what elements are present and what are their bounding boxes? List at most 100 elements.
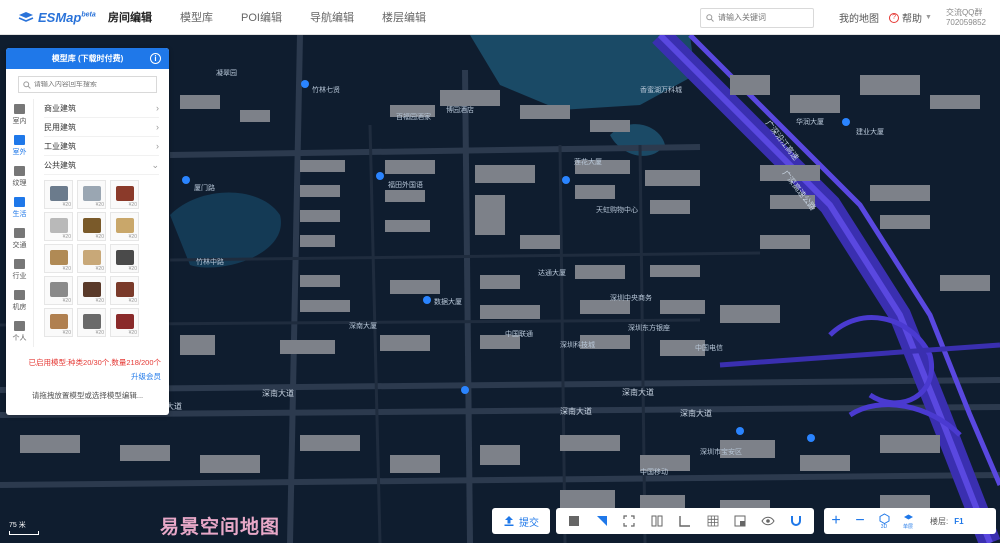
- upgrade-link[interactable]: 升级会员: [6, 371, 161, 382]
- model-thumbnail[interactable]: ¥20: [110, 308, 139, 337]
- help-label: 帮助: [902, 14, 923, 25]
- nav-model-library[interactable]: 模型库: [180, 9, 213, 25]
- nav-poi-edit[interactable]: POI编辑: [241, 9, 282, 25]
- model-preview: [83, 314, 101, 329]
- poi-label[interactable]: 深圳科技城: [560, 340, 595, 350]
- model-price: ¥20: [128, 298, 137, 304]
- header-search[interactable]: [700, 7, 815, 28]
- category-commercial[interactable]: 商业建筑 ›: [44, 99, 159, 118]
- poi-label[interactable]: 竹林中路: [196, 257, 224, 267]
- model-search-input[interactable]: [33, 81, 152, 88]
- model-thumbnail[interactable]: ¥20: [44, 276, 73, 305]
- poi-label[interactable]: 厦门路: [194, 183, 215, 193]
- split-tool[interactable]: [649, 513, 665, 529]
- poi-label[interactable]: 华润大厦: [796, 117, 824, 127]
- layers-icon: [903, 514, 913, 520]
- info-icon[interactable]: i: [150, 53, 161, 64]
- submit-button[interactable]: 提交: [492, 508, 550, 534]
- angle-tool[interactable]: [677, 513, 693, 529]
- model-thumbnail[interactable]: ¥20: [44, 212, 73, 241]
- model-price: ¥20: [62, 330, 71, 336]
- nav-floor-edit[interactable]: 楼层编辑: [382, 9, 426, 25]
- poi-label[interactable]: 莲花大厦: [574, 157, 602, 167]
- model-price: ¥20: [62, 234, 71, 240]
- watermark: 易景空间地图: [160, 516, 281, 538]
- main-nav: 房间编辑 模型库 POI编辑 导航编辑 楼层编辑: [108, 9, 454, 25]
- help-menu[interactable]: ? 帮助 ▼: [889, 10, 932, 25]
- layer-tool[interactable]: [732, 513, 748, 529]
- floor-selector[interactable]: F1: [954, 517, 963, 526]
- model-thumbnail[interactable]: ¥20: [77, 276, 106, 305]
- poi-label[interactable]: 深圳中央商务: [610, 293, 652, 303]
- poi-label[interactable]: 深圳东方银座: [628, 323, 670, 333]
- poi-label[interactable]: 中国联通: [505, 329, 533, 339]
- model-price: ¥20: [128, 202, 137, 208]
- model-thumbnail[interactable]: ¥20: [110, 180, 139, 209]
- model-thumbnail[interactable]: ¥20: [44, 308, 73, 337]
- my-map-link[interactable]: 我的地图: [839, 10, 879, 25]
- search-icon: [706, 13, 714, 22]
- tab-life[interactable]: 生活: [6, 192, 33, 223]
- tab-personal[interactable]: 个人: [6, 316, 33, 347]
- model-thumbnail[interactable]: ¥20: [110, 276, 139, 305]
- tab-industry[interactable]: 行业: [6, 254, 33, 285]
- tab-indoor[interactable]: 室内: [6, 99, 33, 130]
- category-list: 商业建筑 › 民用建筑 › 工业建筑 › 公共建筑 ⌄ ¥20 ¥20 ¥20 ¥20 ¥20 ¥…: [34, 99, 169, 347]
- logo-text: ESMapbeta: [38, 9, 96, 25]
- poi-label[interactable]: 中国电信: [695, 343, 723, 353]
- category-residential[interactable]: 民用建筑 ›: [44, 118, 159, 137]
- eye-icon: [761, 516, 775, 526]
- model-price: ¥20: [95, 202, 104, 208]
- header-search-input[interactable]: [718, 13, 809, 22]
- tab-server-room[interactable]: 机房: [6, 285, 33, 316]
- poi-label[interactable]: 达通大厦: [538, 268, 566, 278]
- model-thumbnail[interactable]: ¥20: [110, 244, 139, 273]
- model-search[interactable]: [18, 76, 157, 93]
- model-thumbnail[interactable]: ¥20: [44, 244, 73, 273]
- nav-room-edit[interactable]: 房间编辑: [108, 9, 152, 25]
- poi-label[interactable]: 福田外国语: [388, 180, 423, 190]
- panel-title: 模型库 (下载时付费): [51, 54, 124, 63]
- poi-label[interactable]: 数据大厦: [434, 297, 462, 307]
- poi-label[interactable]: 建业大厦: [856, 127, 884, 137]
- category-public[interactable]: 公共建筑 ⌄: [44, 156, 159, 175]
- poi-label[interactable]: 深南大厦: [349, 321, 377, 331]
- city-icon: [14, 134, 25, 145]
- poi-label[interactable]: 深圳市宝安区: [700, 447, 742, 457]
- tab-outdoor[interactable]: 室外: [6, 130, 33, 161]
- grid-tool[interactable]: [705, 513, 721, 529]
- poi-label[interactable]: 竹林七贤: [312, 85, 340, 95]
- model-usage-text: 已启用模型:种类20/30个,数量218/200个: [28, 358, 161, 367]
- model-thumbnail[interactable]: ¥20: [110, 212, 139, 241]
- view-3d-button[interactable]: 3D: [872, 512, 896, 530]
- model-price: ¥20: [62, 298, 71, 304]
- model-thumbnail[interactable]: ¥20: [77, 180, 106, 209]
- magnet-tool[interactable]: [788, 513, 804, 529]
- model-thumbnail[interactable]: ¥20: [77, 244, 106, 273]
- split-icon: [651, 515, 663, 527]
- model-thumbnail[interactable]: ¥20: [77, 212, 106, 241]
- poi-label[interactable]: 中国移动: [640, 467, 668, 477]
- poi-label[interactable]: 博园酒店: [446, 105, 474, 115]
- model-thumbnail[interactable]: ¥20: [44, 180, 73, 209]
- visibility-tool[interactable]: [760, 513, 776, 529]
- zoom-in-button[interactable]: +: [824, 512, 848, 530]
- poi-label[interactable]: 天虹购物中心: [596, 205, 638, 215]
- poi-label[interactable]: 凝翠园: [216, 68, 237, 78]
- single-floor-button[interactable]: 单层: [896, 512, 920, 530]
- logo[interactable]: ESMapbeta: [18, 10, 98, 25]
- category-industrial[interactable]: 工业建筑 ›: [44, 137, 159, 156]
- poi-label[interactable]: 香蜜湖万科城: [640, 85, 682, 95]
- poi-label[interactable]: 百福园酒家: [396, 112, 431, 122]
- zoom-out-button[interactable]: −: [848, 512, 872, 530]
- view-controls: + − 3D 单层 楼层: F1: [824, 508, 996, 534]
- tab-traffic[interactable]: 交通: [6, 223, 33, 254]
- model-preview: [116, 282, 134, 297]
- bus-icon: [14, 227, 25, 238]
- polygon-tool[interactable]: [594, 513, 610, 529]
- model-thumbnail[interactable]: ¥20: [77, 308, 106, 337]
- rectangle-tool[interactable]: [566, 513, 582, 529]
- nav-navigation-edit[interactable]: 导航编辑: [310, 9, 354, 25]
- tab-texture[interactable]: 纹理: [6, 161, 33, 192]
- fit-view-tool[interactable]: [621, 513, 637, 529]
